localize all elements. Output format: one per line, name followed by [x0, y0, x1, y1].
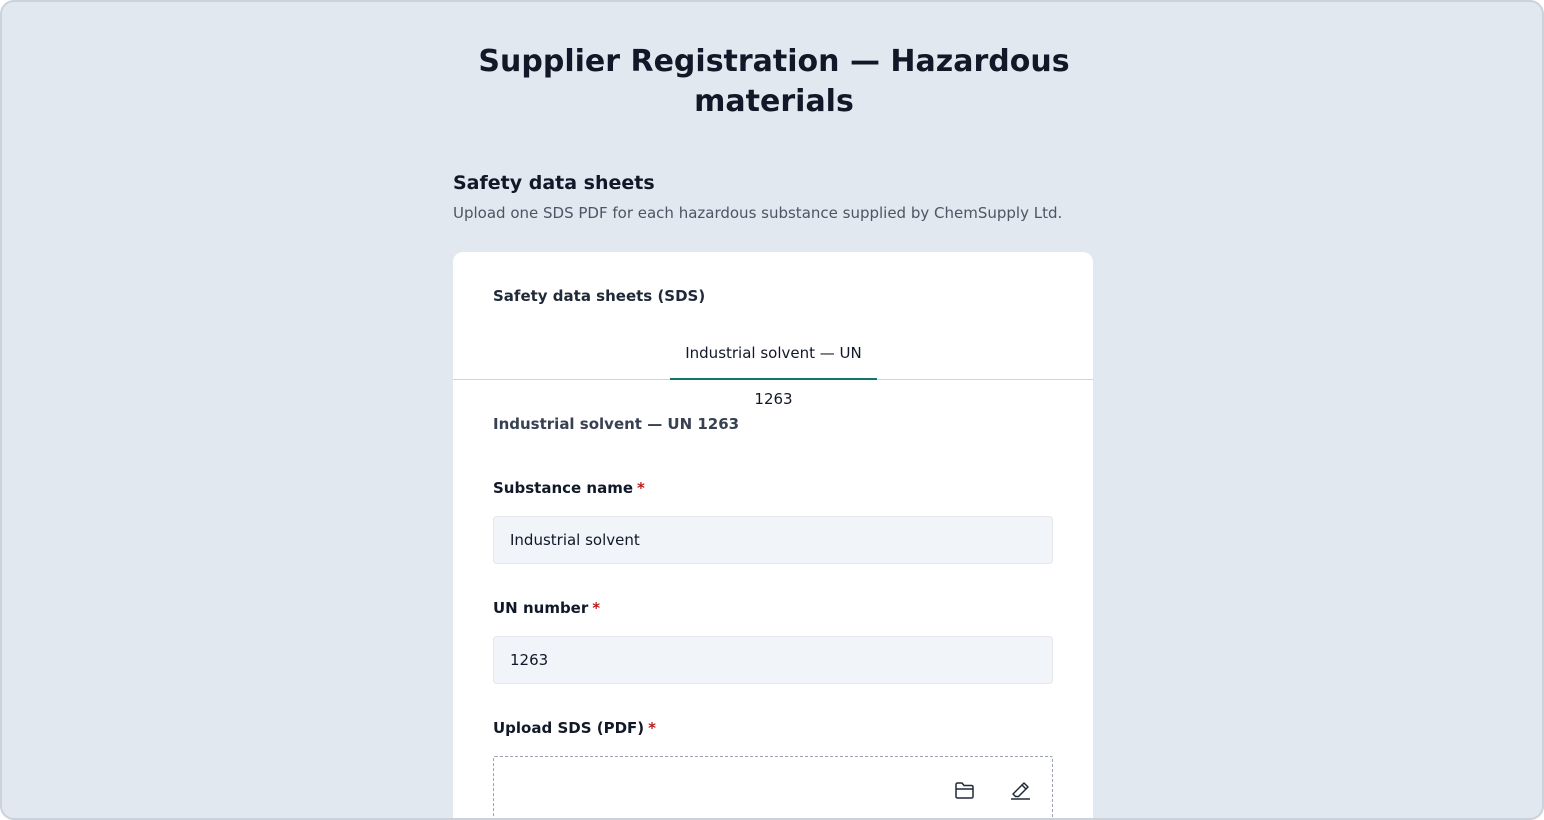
app-window: Supplier Registration — Hazardous materi… [0, 0, 1544, 820]
required-marker: * [648, 719, 656, 737]
card-label: Safety data sheets (SDS) [493, 287, 706, 305]
section-heading: Safety data sheets [453, 172, 655, 194]
browse-files-button[interactable] [950, 775, 980, 805]
required-marker: * [592, 599, 601, 617]
substance-name-label-text: Substance name [493, 479, 634, 497]
tab-industrial-solvent[interactable]: Industrial solvent — UN 1263 [670, 330, 877, 408]
page-title: Supplier Registration — Hazardous materi… [478, 44, 1070, 119]
substance-name-label: Substance name * [493, 478, 645, 498]
panel-title: Industrial solvent — UN 1263 [493, 415, 740, 433]
required-marker: * [637, 479, 645, 497]
un-number-label-text: UN number [493, 599, 589, 617]
upload-sds-label: Upload SDS (PDF) * [493, 718, 656, 738]
eraser-icon [1011, 782, 1030, 800]
un-number-label: UN number * [493, 598, 600, 618]
substance-name-input[interactable] [493, 516, 1053, 564]
un-number-input[interactable] [493, 636, 1053, 684]
tab-bar: Industrial solvent — UN 1263 [453, 330, 1093, 408]
section-description: Upload one SDS PDF for each hazardous su… [453, 204, 1063, 222]
sds-card: Safety data sheets (SDS) Industrial solv… [453, 252, 1093, 818]
upload-sds-label-text: Upload SDS (PDF) [493, 719, 645, 737]
folder-icon [955, 782, 974, 799]
clear-file-button[interactable] [1005, 775, 1035, 805]
sds-upload-dropzone[interactable] [493, 756, 1053, 818]
